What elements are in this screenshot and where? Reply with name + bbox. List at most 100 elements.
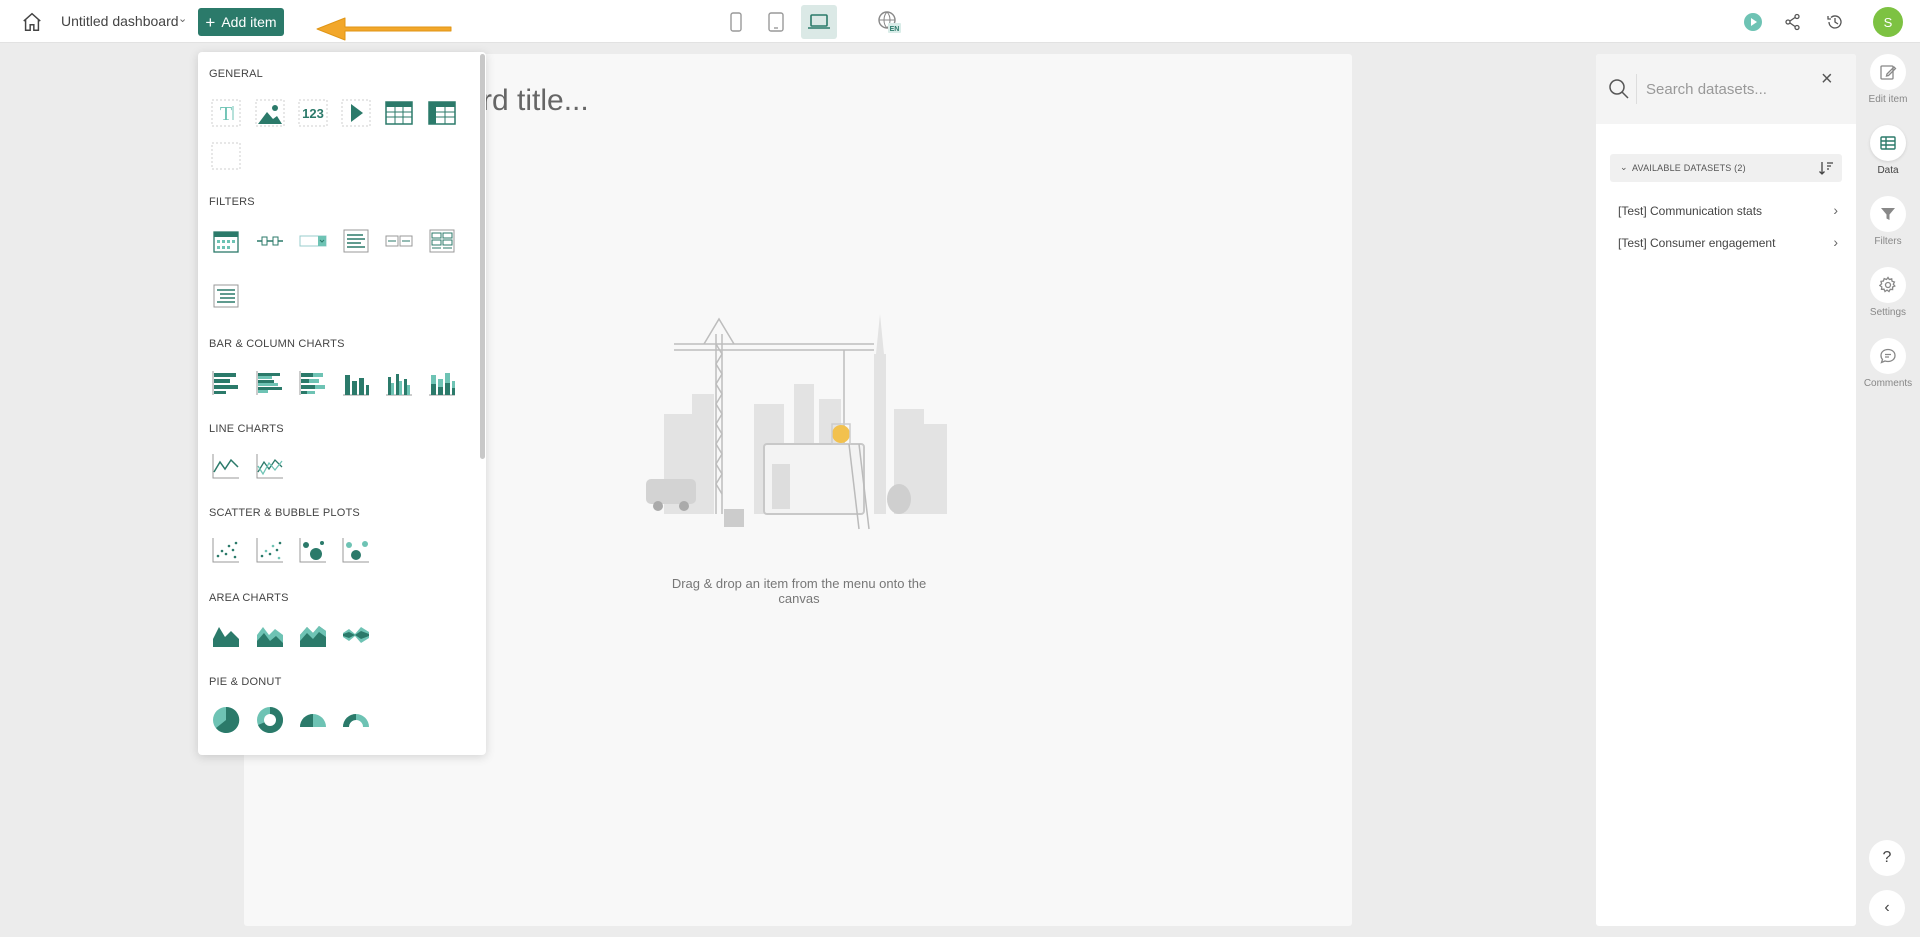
rail-settings[interactable]: Settings [1861,267,1915,318]
rail-filters[interactable]: Filters [1861,196,1915,247]
tile-dropdown-filter[interactable] [297,226,329,256]
history-icon [1827,15,1842,29]
plus-icon: + [205,12,216,32]
help-button[interactable]: ? [1869,840,1905,876]
rail-edit-item[interactable]: Edit item [1861,54,1915,105]
multi-line-chart-icon [256,454,283,479]
grouped-bar-chart-icon [256,371,282,395]
available-datasets-header[interactable]: ⌄ AVAILABLE DATASETS (2) [1610,154,1842,182]
close-icon[interactable]: × [1821,68,1833,91]
tile-button-filter[interactable] [383,226,415,256]
tile-text[interactable]: T [210,98,242,128]
tablet-view-button[interactable] [758,5,794,39]
tile-placeholder[interactable] [210,141,242,171]
rail-data[interactable]: Data [1861,125,1915,176]
half-pie-chart-icon [300,714,326,727]
chevron-right-icon: › [1833,202,1838,218]
dropdown-icon [299,235,327,247]
tile-stacked-area-chart[interactable] [297,620,329,650]
tile-bar-chart-grouped[interactable] [254,368,286,398]
dataset-item[interactable]: [Test] Communication stats › [1618,202,1838,218]
edit-icon [1880,65,1897,80]
tile-video[interactable] [340,98,372,128]
hierarchy-list-icon [213,284,239,308]
rail-filters-circle [1870,196,1906,232]
arrow-indicator-icon [316,17,452,41]
dataset-search-input[interactable] [1646,76,1806,102]
section-filters: FILTERS [209,196,255,208]
tile-half-donut-chart[interactable] [340,705,372,735]
add-item-label: Add item [221,14,277,30]
rail-comments-circle [1870,338,1906,374]
tile-streamgraph[interactable] [340,620,372,650]
dashboard-title-placeholder[interactable]: rd title... [482,84,589,118]
scatter-plot-icon [212,538,239,563]
tile-scatter-plot[interactable] [210,535,242,565]
tile-line-chart[interactable] [210,451,242,481]
gear-icon [1879,276,1896,293]
top-bar: Untitled dashboard ⌄ + Add item EN S [0,0,1920,43]
dashboard-title[interactable]: Untitled dashboard [61,13,179,29]
tile-multi-line-chart[interactable] [254,451,286,481]
rail-edit-circle [1870,54,1906,90]
play-icon [1744,13,1762,31]
section-line-charts: LINE CHARTS [209,423,284,435]
language-button[interactable]: EN [876,9,902,35]
tile-list-filter[interactable] [340,226,372,256]
bar-chart-icon [212,371,238,395]
tile-pivot-table[interactable] [426,98,458,128]
tile-half-pie-chart[interactable] [297,705,329,735]
tile-hierarchy-filter[interactable] [210,281,242,311]
share-button[interactable] [1781,10,1805,34]
tile-donut-chart[interactable] [254,705,286,735]
desktop-view-button[interactable] [801,5,837,39]
empty-placeholder-icon [211,142,241,170]
tile-column-chart-stacked[interactable] [426,368,458,398]
bubble-chart-icon [299,538,326,563]
collapse-panel-button[interactable]: ‹ [1869,890,1905,926]
tile-table[interactable] [383,98,415,128]
tile-bar-chart[interactable] [210,368,242,398]
grouped-scatter-plot-icon [256,538,283,563]
number-tile-text: 123 [302,106,324,121]
search-icon [1609,79,1629,99]
user-avatar[interactable]: S [1873,7,1903,37]
tile-slider-filter[interactable] [254,226,286,256]
panel-scrollbar[interactable] [480,54,485,459]
tile-number[interactable]: 123 [297,98,329,128]
rail-comments-label: Comments [1863,378,1913,389]
mobile-view-button[interactable] [718,5,754,39]
streamgraph-icon [343,627,369,643]
tile-bubble-chart-grouped[interactable] [340,535,372,565]
search-divider [1636,74,1637,104]
tile-area-chart[interactable] [210,620,242,650]
chevron-down-icon[interactable]: ⌄ [178,12,187,25]
tile-scatter-plot-grouped[interactable] [254,535,286,565]
tile-column-chart[interactable] [340,368,372,398]
rail-comments[interactable]: Comments [1861,338,1915,389]
sort-icon[interactable] [1818,160,1834,176]
tile-tile-filter[interactable] [426,226,458,256]
button-group-icon [385,235,413,247]
calendar-icon [213,231,239,253]
stacked-bar-chart-icon [299,371,325,395]
table-icon [385,101,413,125]
tile-multi-area-chart[interactable] [254,620,286,650]
drop-hint: Drag & drop an item from the menu onto t… [671,576,927,606]
add-item-button[interactable]: + Add item [198,8,284,36]
tile-pie-chart[interactable] [210,705,242,735]
tile-bubble-chart[interactable] [297,535,329,565]
preview-button[interactable] [1741,10,1765,34]
chevron-down-icon: ⌄ [1620,162,1628,172]
history-button[interactable] [1823,10,1847,34]
column-chart-icon [343,375,369,396]
tile-bar-chart-stacked[interactable] [297,368,329,398]
tile-image[interactable] [254,98,286,128]
tile-column-chart-grouped[interactable] [383,368,415,398]
tile-date-filter[interactable] [210,226,242,256]
filter-icon [1881,208,1895,220]
rail-data-label: Data [1877,165,1899,176]
dataset-item[interactable]: [Test] Consumer engagement › [1618,234,1838,250]
video-play-icon [341,99,371,127]
home-button[interactable] [18,8,46,36]
